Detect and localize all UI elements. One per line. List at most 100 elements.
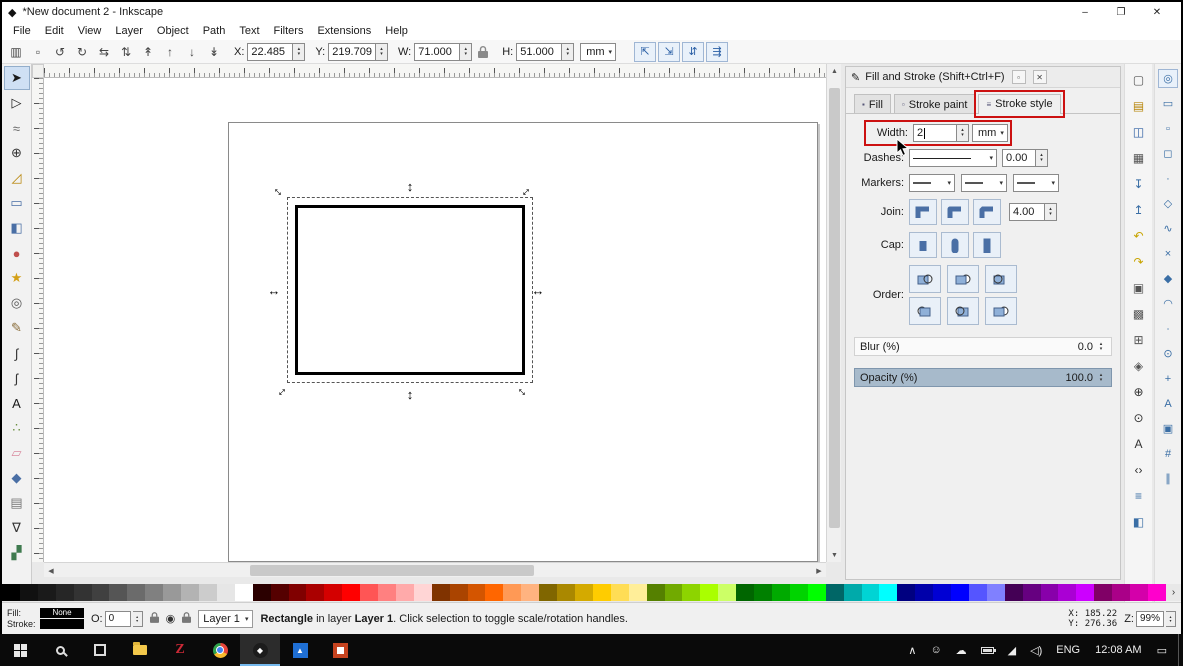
snap-bbox-midpoints-icon[interactable]: · bbox=[1158, 169, 1178, 188]
scale-pattern-toggle[interactable]: ⇶ bbox=[706, 41, 729, 62]
y-field[interactable]: 219.709 bbox=[328, 42, 376, 61]
order-option-4-button[interactable] bbox=[909, 297, 941, 325]
taskbar-app-chrome[interactable] bbox=[200, 634, 240, 666]
eraser-tool[interactable]: ▱ bbox=[4, 441, 30, 465]
dashes-select[interactable] bbox=[909, 149, 997, 167]
color-swatch[interactable] bbox=[1094, 584, 1113, 601]
color-swatch[interactable] bbox=[324, 584, 343, 601]
fill-stroke-dialog-icon[interactable]: ◧ bbox=[1128, 511, 1150, 533]
redo-icon[interactable]: ↷ bbox=[1128, 251, 1150, 273]
snap-midpoints-icon[interactable]: ∙ bbox=[1158, 319, 1178, 338]
taskbar-app-red[interactable] bbox=[320, 634, 360, 666]
color-swatch[interactable] bbox=[968, 584, 987, 601]
color-swatch[interactable] bbox=[986, 584, 1005, 601]
color-swatch[interactable] bbox=[1040, 584, 1059, 601]
import-icon[interactable]: ↧ bbox=[1128, 173, 1150, 195]
rectangle-tool[interactable]: ▭ bbox=[4, 191, 30, 215]
snap-object-centers-icon[interactable]: ⊙ bbox=[1158, 344, 1178, 363]
tab-stroke-style[interactable]: ≡ Stroke style bbox=[974, 90, 1065, 118]
color-swatch[interactable] bbox=[754, 584, 772, 601]
scale-handle-top[interactable]: ↕ bbox=[402, 178, 418, 194]
color-swatch[interactable] bbox=[1148, 584, 1166, 601]
color-swatch[interactable] bbox=[37, 584, 56, 601]
snap-grid-icon[interactable]: # bbox=[1158, 444, 1178, 463]
width-units-select[interactable]: mm bbox=[972, 124, 1008, 142]
snap-cusp-nodes-icon[interactable]: ◆ bbox=[1158, 269, 1178, 288]
color-swatch[interactable] bbox=[503, 584, 522, 601]
color-swatch[interactable] bbox=[933, 584, 952, 601]
color-swatch[interactable] bbox=[789, 584, 808, 601]
taskbar-app-photos[interactable]: ▲ bbox=[280, 634, 320, 666]
vertical-scroll-thumb[interactable] bbox=[829, 88, 840, 528]
rotate-cw-icon[interactable]: ↻ bbox=[72, 42, 92, 62]
snap-toggle-icon[interactable]: ◎ bbox=[1158, 69, 1178, 88]
panel-close-icon[interactable]: ✕ bbox=[1032, 70, 1047, 84]
scale-handle-left[interactable]: ↔ bbox=[266, 282, 282, 298]
panel-dock-icon[interactable]: ▫ bbox=[1011, 70, 1026, 84]
color-swatch[interactable] bbox=[610, 584, 629, 601]
spinner[interactable] bbox=[1096, 370, 1106, 385]
lock-ratio-icon[interactable] bbox=[478, 45, 489, 58]
spinner[interactable] bbox=[1166, 610, 1176, 627]
order-option-6-button[interactable] bbox=[985, 297, 1017, 325]
color-swatch[interactable] bbox=[1130, 584, 1148, 601]
color-swatch[interactable] bbox=[771, 584, 790, 601]
copy-icon[interactable]: ▣ bbox=[1128, 277, 1150, 299]
color-swatch[interactable] bbox=[915, 584, 934, 601]
color-swatch[interactable] bbox=[557, 584, 575, 601]
battery-icon[interactable] bbox=[974, 634, 1001, 666]
color-swatch[interactable] bbox=[431, 584, 450, 601]
color-swatch[interactable] bbox=[19, 584, 38, 601]
snap-nodes-icon[interactable]: ◇ bbox=[1158, 194, 1178, 213]
scroll-right-icon[interactable]: ▶ bbox=[812, 563, 826, 578]
color-swatch[interactable] bbox=[807, 584, 826, 601]
lock-icon[interactable] bbox=[149, 611, 159, 626]
star-tool[interactable]: ★ bbox=[4, 266, 30, 290]
menu-object[interactable]: Object bbox=[150, 24, 196, 38]
ellipse-tool[interactable]: ● bbox=[4, 241, 30, 265]
color-swatch[interactable] bbox=[216, 584, 235, 601]
scale-corners-toggle[interactable]: ⇲ bbox=[658, 41, 681, 62]
color-swatch[interactable] bbox=[467, 584, 486, 601]
rotate-ccw-icon[interactable]: ↺ bbox=[50, 42, 70, 62]
maximize-button[interactable]: ❐ bbox=[1103, 2, 1139, 22]
taskbar-app-zotero[interactable]: Z bbox=[160, 634, 200, 666]
snap-bbox-icon[interactable]: ▭ bbox=[1158, 94, 1178, 113]
layer-visibility-icon[interactable]: ◉ bbox=[166, 612, 176, 625]
align-distribute-icon[interactable]: ≡ bbox=[1128, 485, 1150, 507]
color-swatch[interactable] bbox=[288, 584, 307, 601]
join-round-button[interactable] bbox=[941, 199, 969, 225]
undo-icon[interactable]: ↶ bbox=[1128, 225, 1150, 247]
task-view-button[interactable] bbox=[80, 634, 120, 666]
gradient-tool[interactable]: ▤ bbox=[4, 491, 30, 515]
x-field[interactable]: 22.485 bbox=[247, 42, 294, 61]
snap-page-border-icon[interactable]: ▣ bbox=[1158, 419, 1178, 438]
color-swatch[interactable] bbox=[306, 584, 325, 601]
start-marker-select[interactable] bbox=[909, 174, 955, 192]
color-swatch[interactable] bbox=[485, 584, 504, 601]
color-swatch[interactable] bbox=[682, 584, 701, 601]
color-swatch[interactable] bbox=[413, 584, 432, 601]
color-swatch[interactable] bbox=[91, 584, 110, 601]
color-swatch[interactable] bbox=[449, 584, 468, 601]
scroll-down-icon[interactable]: ▼ bbox=[827, 548, 842, 562]
select-all-icon[interactable]: ▥ bbox=[6, 42, 26, 62]
color-swatch[interactable] bbox=[664, 584, 683, 601]
color-swatch[interactable] bbox=[252, 584, 271, 601]
measure-tool[interactable]: ◿ bbox=[4, 166, 30, 190]
stroke-width-input[interactable]: 2 bbox=[913, 124, 957, 142]
color-swatch[interactable] bbox=[521, 584, 540, 601]
color-swatch[interactable] bbox=[539, 584, 558, 601]
clock[interactable]: 12:08 AM bbox=[1087, 644, 1149, 656]
volume-icon[interactable]: ◁) bbox=[1023, 634, 1049, 666]
color-swatch[interactable] bbox=[575, 584, 593, 601]
box-3d-tool[interactable]: ◧ bbox=[4, 216, 30, 240]
save-icon[interactable]: ◫ bbox=[1128, 121, 1150, 143]
order-option-2-button[interactable] bbox=[947, 265, 979, 293]
end-marker-select[interactable] bbox=[1013, 174, 1059, 192]
order-option-3-button[interactable] bbox=[985, 265, 1017, 293]
spinner[interactable] bbox=[460, 42, 473, 61]
join-bevel-button[interactable] bbox=[973, 199, 1001, 225]
snap-intersections-icon[interactable]: × bbox=[1158, 244, 1178, 263]
calligraphy-tool[interactable]: ʃ bbox=[4, 366, 30, 390]
